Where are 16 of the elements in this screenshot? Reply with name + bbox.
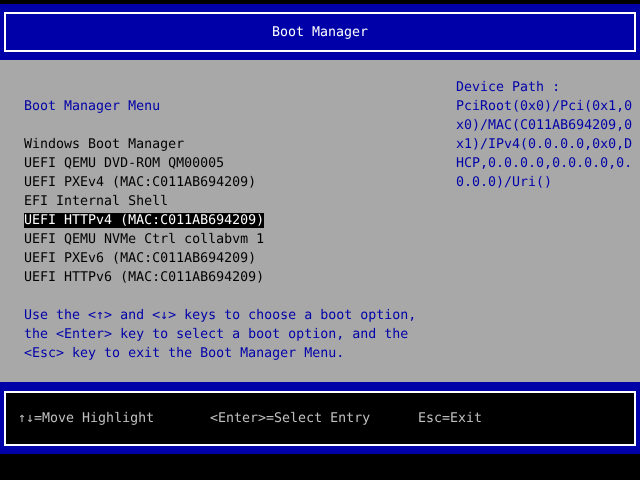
window-title: Boot Manager: [272, 24, 368, 42]
key-hint: Esc=Exit: [418, 410, 482, 428]
boot-option[interactable]: Windows Boot Manager: [24, 137, 184, 152]
boot-option[interactable]: UEFI QEMU DVD-ROM QM00005: [24, 156, 224, 171]
device-path-value: PciRoot(0x0)/Pci(0x1,0x0)/MAC(C011AB694209,0x1)/IPv4(0.0.0.0,0x0,DHCP,0.0.0.0,0.0.0.0,0.0.0.0)/Uri(): [456, 98, 632, 192]
key-hint: <Enter>=Select Entry: [210, 410, 372, 428]
boot-option[interactable]: UEFI QEMU NVMe Ctrl collabvm 1: [24, 232, 264, 247]
boot-option[interactable]: UEFI HTTPv4 (MAC:C011AB694209): [24, 213, 264, 228]
device-path-label: Device Path :: [456, 79, 562, 97]
boot-option[interactable]: UEFI HTTPv6 (MAC:C011AB694209): [24, 270, 264, 285]
boot-option[interactable]: UEFI PXEv4 (MAC:C011AB694209): [24, 175, 256, 190]
key-hint: ↑↓=Move Highlight: [18, 410, 156, 428]
boot-option[interactable]: EFI Internal Shell: [24, 194, 168, 209]
boot-option[interactable]: UEFI PXEv6 (MAC:C011AB694209): [24, 251, 256, 266]
menu-title: Boot Manager Menu: [24, 98, 162, 116]
help-text: Use the <↑> and <↓> keys to choose a boot option, the <Enter> key to select a boot option, and the <Esc> key to exit the Boot Manager Menu.: [24, 307, 418, 363]
